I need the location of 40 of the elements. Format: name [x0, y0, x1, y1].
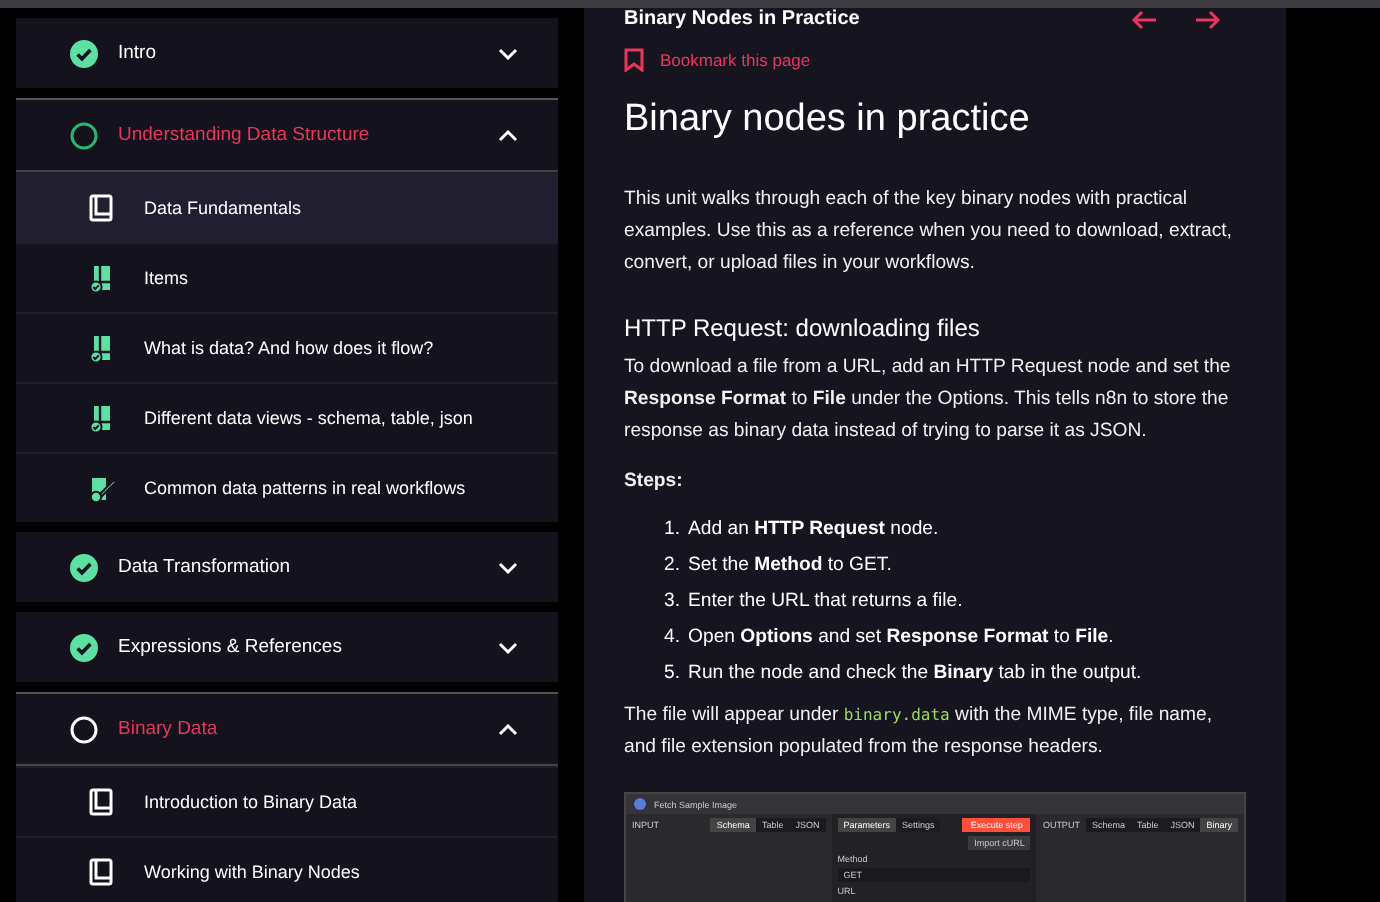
arrow-right-icon[interactable]	[1194, 10, 1222, 30]
book-icon	[88, 788, 116, 816]
list-item: 5. Run the node and check the Binary tab in the output.	[664, 662, 1142, 684]
chevron-down-icon	[498, 641, 518, 653]
page-title: Binary Nodes in Practice	[624, 8, 860, 32]
book-icon	[88, 858, 116, 886]
lesson-item[interactable]: Different data views - schema, table, json	[16, 382, 558, 452]
chevron-up-icon	[498, 129, 518, 141]
lesson-item[interactable]: Introduction to Binary Data	[16, 766, 558, 836]
bookmark-icon	[624, 48, 644, 72]
paragraph: To download a file from a URL, add an HTTP Request node and set the Response Format to File under the Options. This tells n8n to store the response as binary data instead of trying to parse it as JSON.	[624, 354, 1233, 446]
section-header[interactable]: Data Transformation	[16, 532, 558, 602]
arrow-left-icon[interactable]	[1130, 10, 1158, 30]
lesson-item[interactable]: Common data patterns in real workflows	[16, 452, 558, 522]
list-item: 3. Enter the URL that returns a file.	[664, 590, 963, 612]
list-item: 4. Open Options and set Response Format to File.	[664, 626, 1114, 648]
list-item: 1. Add an HTTP Request node.	[664, 518, 939, 540]
lesson-item[interactable]: Items	[16, 242, 558, 312]
book-check-icon	[88, 264, 116, 292]
section-heading: HTTP Request: downloading files	[624, 312, 982, 344]
book-check-icon	[88, 334, 116, 362]
lesson-item[interactable]: What is data? And how does it flow?	[16, 312, 558, 382]
paragraph: This unit walks through each of the key binary nodes with practical examples. Use this as a reference when you need to download, extract, convert, or upload files in your workflows.	[624, 186, 1234, 278]
paragraph: The file will appear under binary.data with the MIME type, file name, and file extension populated from the response headers.	[624, 702, 1215, 762]
lesson-item[interactable]: Data Fundamentals	[16, 172, 558, 242]
chevron-down-icon	[498, 47, 518, 59]
bookmark-link[interactable]: Bookmark this page	[624, 48, 811, 72]
chevron-down-icon	[498, 561, 518, 573]
chevron-up-icon	[498, 723, 518, 735]
page-heading: Binary nodes in practice	[624, 96, 1032, 144]
book-check-icon	[88, 404, 116, 432]
lesson-item[interactable]: Working with Binary Nodes	[16, 836, 558, 902]
list-item: 2. Set the Method to GET.	[664, 554, 892, 576]
node-icon	[634, 798, 646, 810]
book-icon	[88, 194, 116, 222]
section-header[interactable]: Intro	[16, 18, 558, 88]
section-header[interactable]: Expressions & References	[16, 612, 558, 682]
notebook-pencil-icon	[88, 474, 116, 502]
section-header[interactable]: Binary Data	[16, 692, 558, 766]
steps-label: Steps:	[624, 468, 685, 496]
